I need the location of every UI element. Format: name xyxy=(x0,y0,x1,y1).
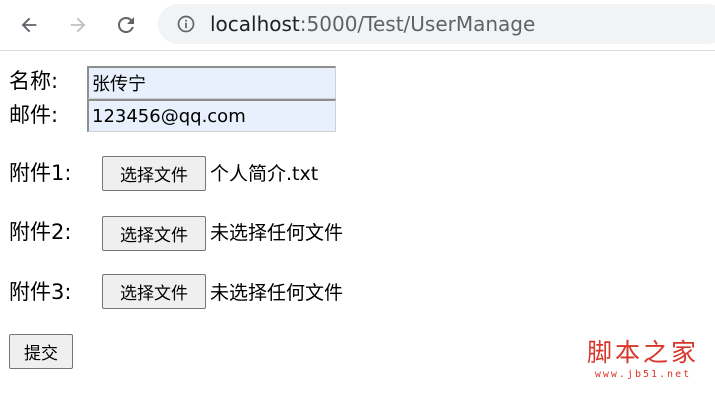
address-bar[interactable]: localhost:5000/Test/UserManage xyxy=(158,4,715,44)
email-input[interactable] xyxy=(87,99,336,132)
attachment-1-status: 个人简介.txt xyxy=(210,163,319,185)
choose-file-3-button[interactable]: 选择文件 xyxy=(102,274,206,309)
email-label: 邮件: xyxy=(9,103,59,127)
info-icon[interactable] xyxy=(176,14,196,34)
attachment-3-label: 附件3: xyxy=(9,280,72,304)
submit-button[interactable]: 提交 xyxy=(9,334,73,369)
site-watermark: 脚本之家 www.jb51.net xyxy=(583,338,703,382)
name-input[interactable] xyxy=(87,66,336,99)
choose-file-1-button[interactable]: 选择文件 xyxy=(102,156,206,191)
attachment-1-label: 附件1: xyxy=(9,161,72,185)
attachment-2-label: 附件2: xyxy=(9,220,72,244)
browser-toolbar: localhost:5000/Test/UserManage xyxy=(0,0,715,51)
forward-button[interactable] xyxy=(63,10,93,40)
watermark-url: www.jb51.net xyxy=(594,369,692,380)
user-manage-form: 名称: 邮件: 附件1: 选择文件 个人简介.txt 附件2: 选择文件 未选择… xyxy=(0,51,715,393)
attachment-2-status: 未选择任何文件 xyxy=(210,222,344,244)
back-button[interactable] xyxy=(14,10,44,40)
url-host: localhost xyxy=(210,12,300,36)
url-path: :5000/Test/UserManage xyxy=(299,12,536,36)
arrow-left-icon xyxy=(21,17,37,33)
arrow-right-icon xyxy=(70,17,86,33)
attachment-3-status: 未选择任何文件 xyxy=(210,282,344,304)
url-text: localhost:5000/Test/UserManage xyxy=(210,11,535,37)
name-label: 名称: xyxy=(9,69,59,93)
watermark-title: 脚本之家 xyxy=(586,338,699,367)
choose-file-2-button[interactable]: 选择文件 xyxy=(102,216,206,251)
reload-button[interactable] xyxy=(111,10,141,40)
reload-icon xyxy=(118,17,134,33)
